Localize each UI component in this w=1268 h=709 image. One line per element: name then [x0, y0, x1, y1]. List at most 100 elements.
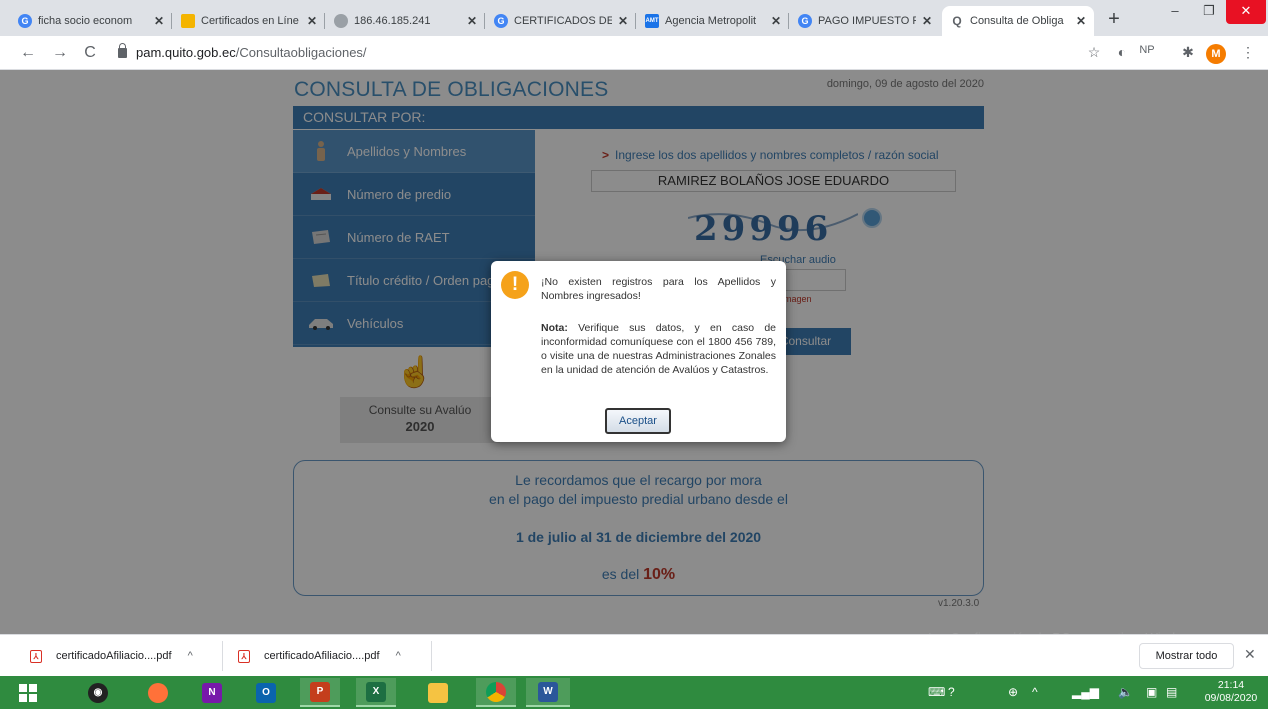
onenote-icon: N: [202, 682, 222, 703]
clock-date: 09/08/2020: [1204, 692, 1258, 704]
google-icon: G: [494, 14, 508, 28]
tab-6-active[interactable]: Q Consulta de Obliga ✕: [942, 6, 1094, 36]
download-separator: [431, 641, 432, 671]
tab-2[interactable]: 186.46.185.241 ✕: [326, 6, 485, 36]
note-text: Verifique sus datos, y en caso de inconf…: [541, 322, 776, 376]
lock-icon[interactable]: [118, 43, 127, 58]
restore-button[interactable]: ❐: [1192, 0, 1226, 24]
tray-display-icon[interactable]: ▤: [1166, 685, 1177, 699]
tray-volume-icon[interactable]: 🔈: [1118, 685, 1133, 699]
profile-avatar[interactable]: M: [1206, 44, 1226, 64]
puzzle-icon[interactable]: ✱: [1178, 44, 1198, 61]
close-window-button[interactable]: ✕: [1226, 0, 1266, 24]
windows-taskbar: ◉ N O P X W ⌨ ? ⊕ ^ ▂▄▆ 🔈 ▣ ▤ 21:14 09/0…: [0, 676, 1268, 709]
address-bar-row: ← → C pam.quito.gob.ec/Consultaobligacio…: [0, 36, 1268, 70]
start-button[interactable]: [8, 678, 48, 707]
google-icon: G: [798, 14, 812, 28]
close-tab-icon[interactable]: ✕: [922, 14, 932, 28]
download-bar: ⅄ certificadoAfiliacio....pdf ^ ⅄ certif…: [0, 634, 1268, 676]
tab-title: 186.46.185.241: [354, 15, 431, 27]
tray-app-icon[interactable]: ⊕: [1008, 685, 1018, 699]
url-host: pam.quito.gob.ec: [136, 45, 236, 60]
accept-button[interactable]: Aceptar: [605, 408, 671, 434]
forward-button[interactable]: →: [50, 43, 70, 63]
tab-title: Consulta de Obliga: [970, 15, 1064, 27]
tab-title: Agencia Metropolit: [665, 15, 757, 27]
taskbar-app-file-explorer[interactable]: [418, 678, 458, 707]
kebab-menu-icon[interactable]: ⋮: [1238, 44, 1258, 61]
tab-3[interactable]: G CERTIFICADOS DE ✕: [486, 6, 636, 36]
search-icon: Q: [952, 14, 962, 28]
extension-circle-icon[interactable]: ◐: [1112, 44, 1132, 60]
tab-strip: G ficha socio econom ✕ Certificados en L…: [0, 0, 1268, 36]
url-field[interactable]: pam.quito.gob.ec/Consultaobligaciones/: [136, 45, 367, 60]
new-tab-button[interactable]: +: [1104, 9, 1124, 30]
windows-logo-icon: [19, 683, 37, 702]
taskbar-app-obs[interactable]: ◉: [78, 678, 118, 707]
pdf-file-icon: ⅄: [238, 649, 250, 663]
note-label: Nota:: [541, 322, 568, 334]
close-tab-icon[interactable]: ✕: [771, 14, 781, 28]
tab-title: Certificados en Líne: [201, 15, 299, 27]
taskbar-app-excel[interactable]: X: [356, 678, 396, 707]
bookmark-star-icon[interactable]: ☆: [1084, 44, 1104, 61]
google-icon: G: [18, 14, 32, 28]
taskbar-app-firefox[interactable]: [138, 678, 178, 707]
dialog-note: Nota: Verifique sus datos, y en caso de …: [541, 321, 776, 377]
chrome-icon: [486, 681, 506, 702]
chevron-up-icon[interactable]: ^: [188, 650, 193, 662]
taskbar-clock[interactable]: 21:14 09/08/2020: [1201, 679, 1261, 705]
excel-icon: X: [366, 681, 386, 702]
powerpoint-icon: P: [310, 681, 330, 702]
minimize-button[interactable]: –: [1158, 0, 1192, 24]
tab-separator: [171, 13, 172, 29]
download-item[interactable]: ⅄ certificadoAfiliacio....pdf ^: [238, 643, 401, 669]
back-button[interactable]: ←: [18, 43, 38, 63]
obs-icon: ◉: [88, 682, 108, 703]
tab-separator: [324, 13, 325, 29]
tab-title: PAGO IMPUESTO P: [818, 15, 916, 27]
tab-title: ficha socio econom: [38, 15, 133, 27]
close-tab-icon[interactable]: ✕: [307, 14, 317, 28]
chevron-up-icon[interactable]: ^: [396, 650, 401, 662]
tab-0[interactable]: G ficha socio econom ✕: [10, 6, 172, 36]
close-tab-icon[interactable]: ✕: [1076, 14, 1086, 28]
close-tab-icon[interactable]: ✕: [467, 14, 477, 28]
taskbar-app-outlook[interactable]: O: [246, 678, 286, 707]
firefox-icon: [148, 682, 168, 703]
globe-icon: [334, 14, 348, 28]
reload-button[interactable]: C: [80, 43, 100, 63]
taskbar-app-chrome[interactable]: [476, 678, 516, 707]
amt-icon: AMT: [645, 14, 659, 28]
download-item[interactable]: ⅄ certificadoAfiliacio....pdf ^: [30, 643, 193, 669]
no-records-dialog: ! ¡No existen registros para los Apellid…: [491, 261, 786, 442]
tab-5[interactable]: G PAGO IMPUESTO P ✕: [790, 6, 940, 36]
taskbar-app-powerpoint[interactable]: P: [300, 678, 340, 707]
download-separator: [222, 641, 223, 671]
extension-np-icon[interactable]: NP: [1137, 44, 1157, 56]
show-all-button[interactable]: Mostrar todo: [1139, 643, 1234, 669]
tab-4[interactable]: AMT Agencia Metropolit ✕: [637, 6, 789, 36]
tray-network-icon[interactable]: ▂▄▆: [1072, 685, 1099, 699]
close-tab-icon[interactable]: ✕: [154, 14, 164, 28]
outlook-icon: O: [256, 682, 276, 703]
tray-keyboard-icon[interactable]: ⌨: [928, 685, 945, 699]
taskbar-app-onenote[interactable]: N: [192, 678, 232, 707]
download-filename: certificadoAfiliacio....pdf: [56, 650, 172, 662]
taskbar-app-word[interactable]: W: [526, 678, 570, 707]
tray-chevron-up-icon[interactable]: ^: [1032, 685, 1038, 699]
tray-notification-icon[interactable]: ▣: [1146, 685, 1157, 699]
url-path: /Consultaobligaciones/: [235, 45, 367, 60]
tab-separator: [635, 13, 636, 29]
tray-help-icon[interactable]: ?: [948, 685, 955, 699]
certificate-icon: [181, 14, 195, 28]
pdf-file-icon: ⅄: [30, 649, 42, 663]
warning-icon: !: [501, 271, 529, 299]
close-tab-icon[interactable]: ✕: [618, 14, 628, 28]
word-icon: W: [538, 681, 558, 702]
clock-time: 21:14: [1217, 679, 1245, 691]
folder-icon: [428, 682, 448, 703]
tab-separator: [484, 13, 485, 29]
tab-1[interactable]: Certificados en Líne ✕: [173, 6, 325, 36]
close-download-bar-icon[interactable]: ✕: [1244, 646, 1256, 663]
